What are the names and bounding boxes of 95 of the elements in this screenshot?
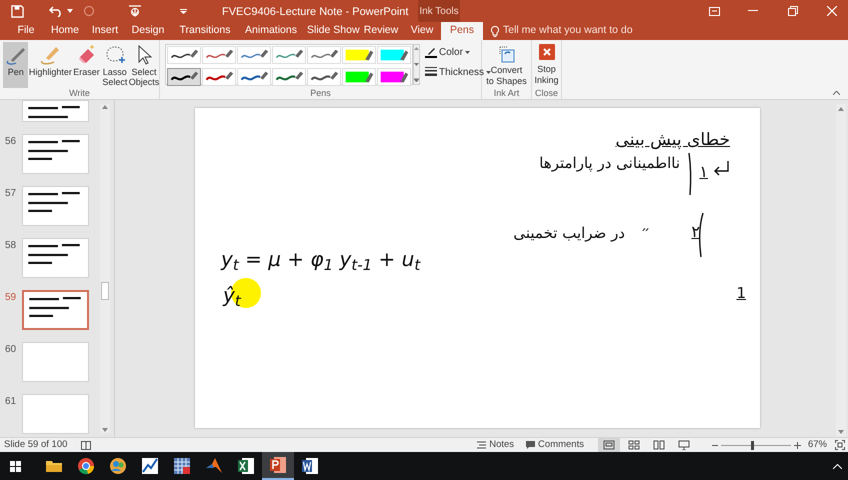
- slide-thumbnail[interactable]: [22, 186, 89, 226]
- highlighter-icon: [39, 44, 62, 66]
- chevron-up-icon[interactable]: [833, 464, 842, 468]
- ribbon-display-icon[interactable]: [709, 6, 720, 16]
- slide-number: 58: [5, 239, 18, 253]
- windows-start-icon[interactable]: [10, 460, 21, 472]
- highlighter-swatch[interactable]: [342, 46, 376, 64]
- slide-counter: Slide 59 of 100: [4, 438, 68, 452]
- stop-inking-button[interactable]: Stop Inking: [534, 40, 559, 88]
- write-tool-button[interactable]: Select Objects: [129, 42, 159, 88]
- ribbon-tab[interactable]: File: [7, 22, 45, 40]
- ribbon-tab[interactable]: Design: [125, 22, 171, 40]
- more-icon[interactable]: [414, 78, 419, 82]
- highlighter-swatch[interactable]: [377, 68, 411, 86]
- ribbon-tab[interactable]: Pens: [441, 22, 483, 40]
- hook-arrow-icon: [712, 160, 730, 176]
- ribbon-tab[interactable]: View: [403, 22, 441, 40]
- thumbnail-scrollbar[interactable]: [100, 104, 110, 433]
- slide-number: 60: [5, 343, 18, 357]
- slide-thumbnail[interactable]: [22, 100, 89, 122]
- notes-button[interactable]: Notes: [477, 438, 514, 452]
- scroll-thumb[interactable]: [101, 282, 109, 300]
- ribbon-tab[interactable]: Review: [359, 22, 403, 40]
- group-label: Pens: [309, 88, 332, 98]
- ink-equation: y$_{t}$ = μ + φ$_{1}$ y$_{t-1}$ + u$_{t}$: [221, 246, 420, 274]
- write-tool-button[interactable]: Highlighter: [29, 42, 72, 88]
- ink-number: ۲: [691, 221, 700, 243]
- slide-scrollbar[interactable]: [836, 104, 846, 437]
- zoom-thumb[interactable]: [751, 440, 754, 450]
- pen-color-icon: [425, 46, 437, 58]
- group-label: Write: [68, 88, 91, 98]
- ink-text: در ضرایب تخمینی: [513, 223, 625, 244]
- slide-number: 61: [5, 395, 18, 409]
- convert-shapes-icon: [496, 44, 516, 64]
- caret-icon: [464, 50, 470, 54]
- zoom-level[interactable]: 67%: [808, 438, 827, 452]
- thickness-button[interactable]: Thickness: [425, 65, 492, 79]
- window-title: FVEC9406-Lecture Note - PowerPoint: [222, 5, 408, 20]
- write-tool-button[interactable]: Lasso Select: [102, 42, 128, 88]
- slide-thumbnail[interactable]: [22, 290, 89, 330]
- customize-caret-icon[interactable]: [180, 8, 187, 14]
- zoom-in-button[interactable]: [794, 442, 801, 448]
- pen-swatch[interactable]: [167, 68, 201, 86]
- comments-button[interactable]: Comments: [526, 438, 584, 452]
- slide-number: 56: [5, 135, 18, 149]
- highlighter-swatch[interactable]: [377, 46, 411, 64]
- group-label: Ink Art: [494, 88, 520, 98]
- write-tool-button[interactable]: Eraser: [72, 42, 101, 88]
- slide-thumbnail[interactable]: [22, 394, 89, 434]
- ink-number: 1: [736, 283, 746, 304]
- spell-check-icon[interactable]: [81, 440, 92, 450]
- fit-slide-icon[interactable]: [835, 440, 845, 450]
- scroll-down-icon[interactable]: [838, 429, 844, 435]
- speech-bubble-icon: [526, 441, 536, 449]
- undo-icon[interactable]: [49, 5, 63, 17]
- ink-number: ۱: [699, 161, 708, 183]
- powerpoint-icon[interactable]: [262, 452, 294, 480]
- slide-thumbnail[interactable]: [22, 342, 89, 382]
- ribbon-tab[interactable]: Insert: [85, 22, 125, 40]
- close-icon[interactable]: [827, 6, 837, 16]
- lightbulb-icon: [491, 26, 499, 36]
- write-tool-button[interactable]: Pen: [3, 42, 28, 88]
- ribbon-tab[interactable]: Transitions: [171, 22, 239, 40]
- scroll-down-icon[interactable]: [102, 427, 108, 433]
- group-label: Close: [534, 88, 558, 98]
- ribbon-tab[interactable]: Slide Show: [303, 22, 359, 40]
- ink-heading: خطای پیش بینی: [616, 129, 730, 152]
- highlighter-swatch[interactable]: [342, 68, 376, 86]
- slide-number: 59: [5, 291, 18, 305]
- notes-icon: [477, 441, 486, 449]
- scroll-up-icon[interactable]: [838, 106, 844, 112]
- collapse-ribbon-icon[interactable]: [833, 91, 840, 95]
- scroll-down-icon[interactable]: [414, 62, 419, 66]
- ditto-mark: ״: [640, 223, 650, 242]
- ribbon-tab[interactable]: Animations: [239, 22, 303, 40]
- minimize-icon[interactable]: [748, 10, 758, 12]
- stop-x-icon: [538, 44, 554, 60]
- slide-thumbnail[interactable]: [22, 238, 89, 278]
- line-weight-icon: [425, 67, 437, 77]
- slide-thumbnail[interactable]: [22, 134, 89, 174]
- normal-view-icon[interactable]: [598, 438, 620, 452]
- gallery-scrollbar[interactable]: [413, 44, 420, 85]
- bracket-icon: [688, 152, 694, 196]
- ribbon-tab[interactable]: Home: [45, 22, 85, 40]
- slide-number: 57: [5, 187, 18, 201]
- tell-me-search[interactable]: Tell me what you want to do: [503, 23, 633, 39]
- caret-icon[interactable]: [67, 9, 73, 13]
- scroll-up-icon[interactable]: [102, 104, 108, 110]
- ink-text: نااطمینانی در پارامترها: [539, 153, 680, 174]
- lasso-icon: [104, 44, 126, 66]
- bracket-icon: [698, 212, 704, 258]
- caret-icon: [486, 70, 492, 74]
- save-icon[interactable]: [11, 4, 24, 18]
- context-label: Ink Tools: [419, 4, 459, 18]
- restore-icon[interactable]: [788, 6, 798, 16]
